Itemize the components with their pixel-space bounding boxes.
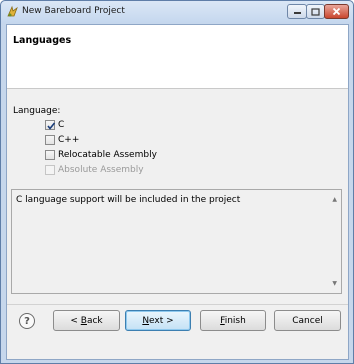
description-text-area[interactable]: C language support will be included in t… <box>11 189 342 294</box>
checkbox-absolute-assembly-label: Absolute Assembly <box>58 165 144 175</box>
language-group-label: Language: <box>13 106 61 116</box>
wizard-header: Languages <box>7 25 348 89</box>
minimize-button[interactable] <box>287 4 307 19</box>
checkbox-c[interactable]: C <box>45 119 64 131</box>
checkbox-c-label: C <box>58 120 65 130</box>
checkmark-icon <box>47 122 56 130</box>
close-icon <box>332 7 341 16</box>
back-button[interactable]: < Back <box>53 310 120 331</box>
page-title: Languages <box>13 35 72 46</box>
checkbox-c-box[interactable] <box>45 120 56 130</box>
window-title: New Bareboard Project <box>22 6 125 16</box>
help-icon: ? <box>24 315 30 327</box>
maximize-button[interactable] <box>306 4 325 19</box>
dialog-window: New Bareboard Project Languages Language… <box>0 0 354 364</box>
finish-button[interactable]: Finish <box>200 310 266 331</box>
app-icon <box>7 5 18 17</box>
minimize-icon <box>293 12 301 14</box>
finish-button-label: Finish <box>220 315 246 326</box>
next-button[interactable]: Next > <box>125 310 191 331</box>
checkbox-cpp[interactable]: C++ <box>45 134 79 146</box>
back-button-label: < Back <box>70 315 103 326</box>
description-text: C language support will be included in t… <box>16 195 241 205</box>
checkbox-absolute-assembly-box <box>45 165 55 175</box>
cancel-button[interactable]: Cancel <box>274 310 341 331</box>
scroll-down-icon[interactable]: ▼ <box>332 280 337 287</box>
checkbox-cpp-label: C++ <box>58 135 80 145</box>
checkbox-relocatable-assembly-label: Relocatable Assembly <box>58 150 157 160</box>
close-button[interactable] <box>324 4 349 19</box>
next-button-label: Next > <box>142 315 174 326</box>
help-button[interactable]: ? <box>19 313 35 329</box>
cancel-button-label: Cancel <box>292 315 323 326</box>
maximize-icon <box>311 7 320 16</box>
checkbox-cpp-box[interactable] <box>45 135 55 145</box>
checkbox-relocatable-assembly[interactable]: Relocatable Assembly <box>45 149 157 161</box>
title-bar[interactable]: New Bareboard Project <box>1 1 353 23</box>
footer-separator <box>7 304 348 305</box>
scroll-up-icon[interactable]: ▲ <box>332 196 337 203</box>
checkbox-relocatable-assembly-box[interactable] <box>45 150 55 160</box>
checkbox-absolute-assembly: Absolute Assembly <box>45 164 144 176</box>
